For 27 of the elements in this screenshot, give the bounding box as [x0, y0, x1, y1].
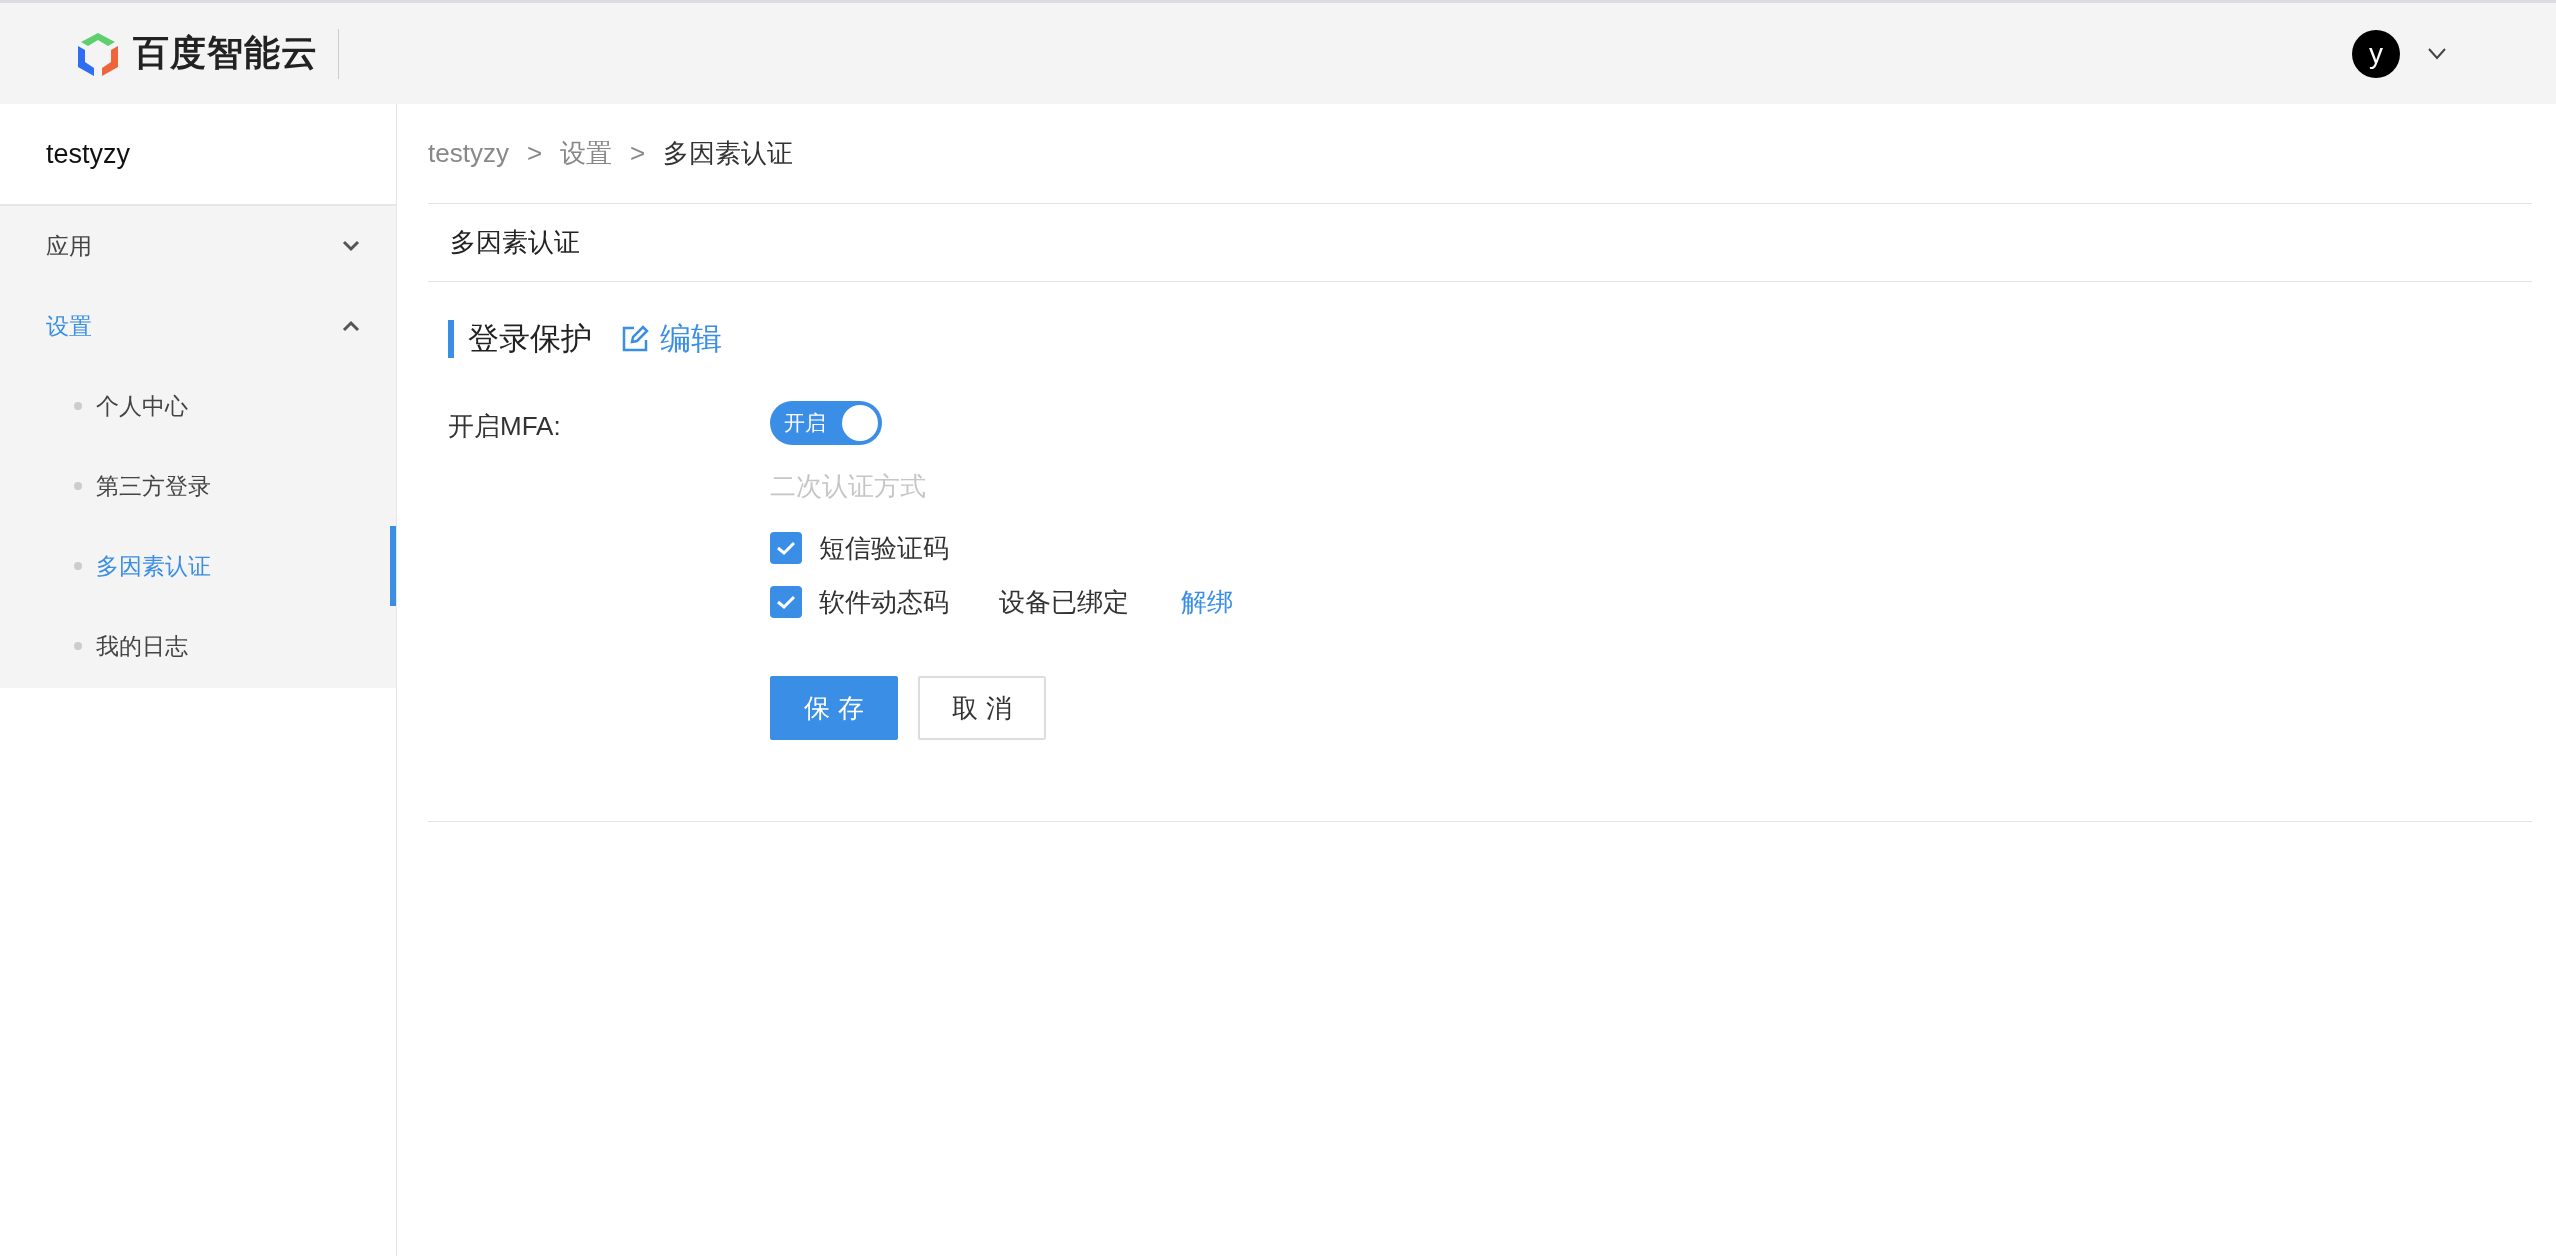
sidebar-menu-item[interactable]: 应用 [0, 206, 396, 286]
chevron-up-icon [342, 320, 360, 332]
checkbox-label: 软件动态码 [819, 585, 949, 619]
page-title: 多因素认证 [428, 204, 2532, 282]
breadcrumb-link[interactable]: testyzy [428, 138, 509, 169]
checkmark-icon [776, 540, 796, 556]
breadcrumb-link[interactable]: 多因素认证 [663, 136, 794, 171]
hint-text: 二次认证方式 [770, 470, 927, 503]
cancel-button[interactable]: 取 消 [918, 676, 1046, 740]
checkmark-icon [776, 594, 796, 610]
checkbox[interactable] [770, 586, 802, 618]
logo-text[interactable]: 百度智能云 [133, 29, 318, 78]
user-avatar[interactable]: y [2352, 29, 2400, 78]
breadcrumb-separator: > [630, 138, 646, 169]
sidebar-submenu-item[interactable]: 我的日志 [0, 606, 396, 686]
breadcrumb-separator: > [526, 138, 543, 169]
chevron-down-icon[interactable] [2428, 47, 2446, 60]
checkbox-label: 短信验证码 [819, 531, 949, 565]
chevron-down-icon [342, 240, 360, 252]
breadcrumb-link[interactable]: 设置 [560, 136, 613, 171]
sidebar-submenu-item[interactable]: 第三方登录 [0, 446, 396, 526]
edit-icon[interactable] [620, 324, 650, 354]
checkbox[interactable] [770, 532, 802, 564]
sidebar-submenu-item[interactable]: 个人中心 [0, 366, 396, 446]
field-label: 开启MFA: [448, 410, 562, 443]
section-title: 登录保护 [448, 320, 592, 358]
status-text: 设备已绑定 [999, 585, 1129, 619]
